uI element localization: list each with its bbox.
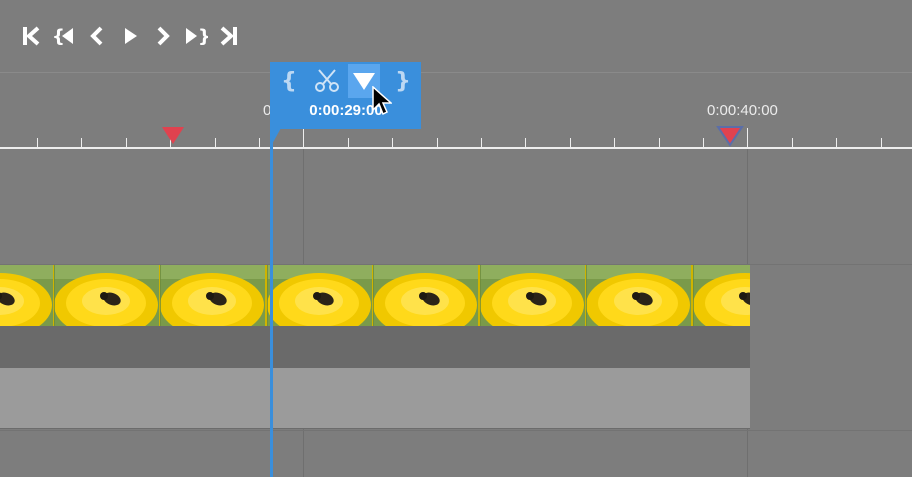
go-to-end-button[interactable] [212,22,245,50]
video-frame-thumbnail [586,265,691,326]
chevron-left-icon [89,26,102,46]
skip-end-icon [220,26,237,46]
timeline-marker-selected[interactable] [716,125,744,147]
skip-start-icon [22,26,39,46]
track-divider [0,430,912,431]
video-frame-thumbnail [693,265,750,326]
ruler-tick [392,138,393,147]
playhead-popup: { } 0:00:29:00 [271,62,421,129]
mouse-cursor-icon [372,86,392,116]
next-frame-button[interactable] [146,22,179,50]
ruler-tick [37,138,38,147]
play-icon [124,28,137,44]
ruler-tick [259,138,260,147]
ruler-tick [437,138,438,147]
ruler-tick [570,138,571,147]
ruler-tick [81,138,82,147]
go-to-start-button[interactable] [14,22,47,50]
timeline-marker[interactable] [161,126,185,146]
scissors-icon [315,69,339,92]
video-clip-thumbnails[interactable] [0,265,750,326]
ruler-tick [525,138,526,147]
ruler-major-tick [303,128,304,147]
brace-next-icon: } [185,26,208,47]
previous-frame-button[interactable] [80,22,113,50]
ruler-baseline [0,147,912,149]
ruler-tick [126,138,127,147]
ruler-tick [703,138,704,147]
ruler-tick [614,138,615,147]
brace-open-icon: { [281,68,297,94]
ruler-label-40s: 0:00:40:00 [707,102,778,119]
brace-close-icon: } [395,68,411,94]
ruler-tick [792,138,793,147]
popup-pointer [271,128,281,146]
next-marker-button[interactable]: } [179,22,212,50]
play-button[interactable] [113,22,146,50]
video-frame-thumbnail [267,265,372,326]
chevron-right-icon [157,26,170,46]
set-in-point-button[interactable]: { [275,64,303,98]
video-frame-thumbnail [373,265,478,326]
ruler-tick [481,138,482,147]
ruler-tick [348,138,349,147]
video-frame-thumbnail [480,265,585,326]
svg-text:}: } [198,26,208,47]
video-frame-thumbnail [54,265,159,326]
previous-marker-button[interactable]: { [47,22,80,50]
video-frame-thumbnail [160,265,265,326]
audio-clip[interactable] [0,368,750,429]
video-clip-body[interactable] [0,326,750,368]
ruler-tick [659,138,660,147]
transport-toolbar: { } [14,22,245,50]
ruler-tick [881,138,882,147]
ruler-tick [836,138,837,147]
ruler-major-tick [747,128,748,147]
video-frame-thumbnail [0,265,53,326]
set-out-point-button[interactable]: } [389,64,417,98]
playhead-timecode: 0:00:29:00 [309,102,383,119]
brace-prev-icon: { [52,26,73,47]
split-button[interactable] [309,64,345,98]
ruler-tick [215,138,216,147]
